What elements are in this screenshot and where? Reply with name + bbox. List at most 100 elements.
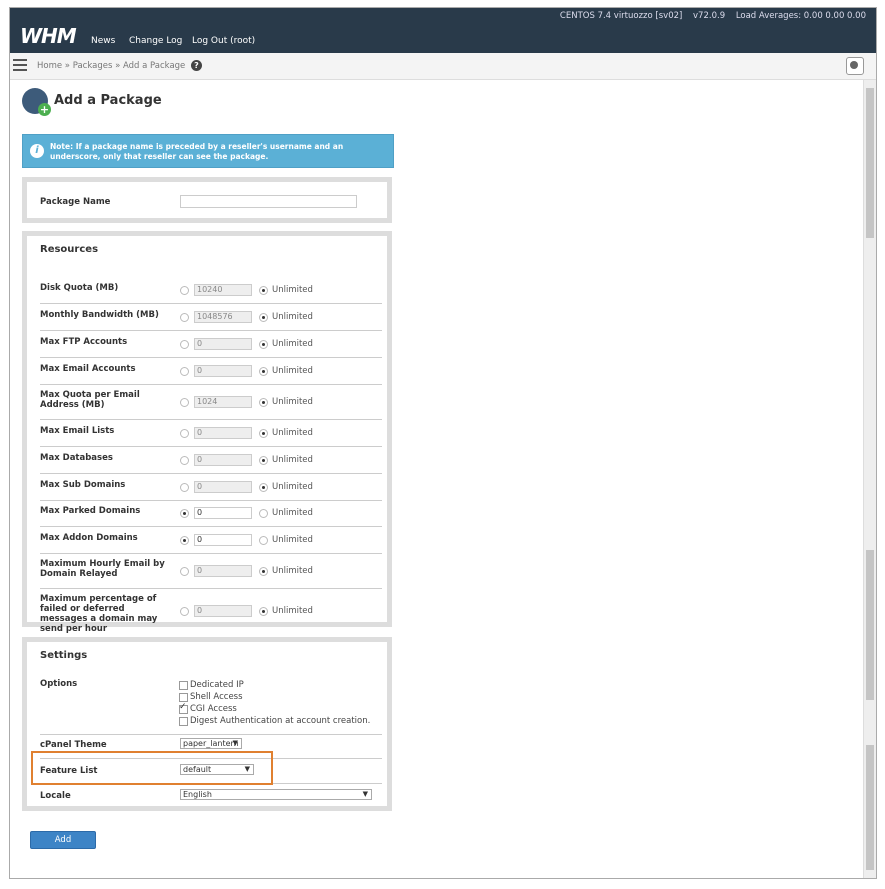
cpanel-theme-label: cPanel Theme xyxy=(40,740,107,750)
locale-label: Locale xyxy=(40,791,71,801)
value-radio[interactable] xyxy=(180,508,189,518)
cpanel-theme-select[interactable]: paper_lantern ▼ xyxy=(180,738,242,749)
value-radio[interactable] xyxy=(180,606,189,616)
package-name-panel: Package Name xyxy=(22,177,392,223)
breadcrumb: Home » Packages » Add a Package ? xyxy=(37,60,202,71)
resource-value-input[interactable]: 0 xyxy=(194,364,252,377)
unlimited-radio[interactable] xyxy=(259,566,268,576)
nav-change-log[interactable]: Change Log xyxy=(129,36,182,46)
resource-label: Max Email Accounts xyxy=(40,363,136,374)
locale-select[interactable]: English ▼ xyxy=(180,789,372,800)
resource-label: Disk Quota (MB) xyxy=(40,282,119,293)
row-divider xyxy=(40,526,382,527)
unlimited-radio[interactable] xyxy=(259,397,268,407)
resource-value-input[interactable]: 1024 xyxy=(194,395,252,408)
unlimited-radio[interactable] xyxy=(259,339,268,349)
resource-label: Max FTP Accounts xyxy=(40,336,128,347)
scrollbar-thumb-lower[interactable] xyxy=(866,550,874,700)
cgi-access-checkbox[interactable] xyxy=(179,702,188,714)
value-radio[interactable] xyxy=(180,482,189,492)
row-divider xyxy=(40,473,382,474)
scrollbar[interactable] xyxy=(863,80,876,878)
load-averages: Load Averages: 0.00 0.00 0.00 xyxy=(735,11,866,21)
page-title: Add a Package xyxy=(54,93,162,108)
resource-value-input[interactable]: 0 xyxy=(194,426,252,439)
unlimited-label: Unlimited xyxy=(272,284,313,295)
resource-value-input[interactable]: 0 xyxy=(194,533,252,546)
value-radio[interactable] xyxy=(180,312,189,322)
unlimited-label: Unlimited xyxy=(272,365,313,376)
resource-label: Maximum percentage of failed or deferred… xyxy=(40,593,158,634)
unlimited-label: Unlimited xyxy=(272,534,313,545)
resources-heading: Resources xyxy=(40,244,99,255)
info-note-text: Note: If a package name is preceded by a… xyxy=(50,142,344,161)
resource-label: Max Parked Domains xyxy=(40,505,141,516)
unlimited-radio[interactable] xyxy=(259,455,268,465)
settings-heading: Settings xyxy=(40,650,88,661)
unlimited-label: Unlimited xyxy=(272,605,313,616)
close-icon[interactable] xyxy=(846,57,864,75)
resource-label: Monthly Bandwidth (MB) xyxy=(40,309,159,320)
resource-value-input[interactable]: 0 xyxy=(194,453,252,466)
value-radio[interactable] xyxy=(180,428,189,438)
version-info: v72.0.9 xyxy=(693,11,726,21)
nav-news[interactable]: News xyxy=(91,36,115,46)
value-radio[interactable] xyxy=(180,285,189,295)
resource-value-input[interactable]: 1048576 xyxy=(194,310,252,323)
resource-label: Max Addon Domains xyxy=(40,532,138,543)
digest-auth-label: Digest Authentication at account creatio… xyxy=(190,716,371,726)
unlimited-radio[interactable] xyxy=(259,428,268,438)
resource-value-input[interactable]: 0 xyxy=(194,480,252,493)
divider xyxy=(40,734,382,735)
resource-value-input[interactable]: 0 xyxy=(194,337,252,350)
top-bar: WHM News Change Log Log Out (root) CENTO… xyxy=(10,8,876,53)
row-divider xyxy=(40,303,382,304)
breadcrumb-text[interactable]: Home » Packages » Add a Package xyxy=(37,61,185,71)
menu-toggle-icon[interactable] xyxy=(13,59,27,71)
value-radio[interactable] xyxy=(180,339,189,349)
unlimited-radio[interactable] xyxy=(259,366,268,376)
row-divider xyxy=(40,446,382,447)
row-divider xyxy=(40,419,382,420)
digest-auth-checkbox[interactable] xyxy=(179,717,188,726)
help-icon[interactable]: ? xyxy=(190,60,202,71)
dedicated-ip-checkbox[interactable] xyxy=(179,681,188,690)
resource-label: Max Email Lists xyxy=(40,425,115,436)
add-button[interactable]: Add xyxy=(30,831,96,849)
resource-value-input[interactable]: 10240 xyxy=(194,283,252,296)
scrollbar-thumb-bottom[interactable] xyxy=(866,745,874,870)
os-info: CENTOS 7.4 virtuozzo [sv02] xyxy=(559,11,683,21)
unlimited-radio[interactable] xyxy=(259,508,268,518)
resources-panel: Resources Disk Quota (MB) 10240 Unlimited M… xyxy=(22,231,392,634)
unlimited-label: Unlimited xyxy=(272,427,313,438)
whm-window: WHM News Change Log Log Out (root) CENTO… xyxy=(9,7,877,879)
whm-logo[interactable]: WHM xyxy=(20,24,77,48)
info-icon: i xyxy=(30,144,44,158)
row-divider xyxy=(40,500,382,501)
scrollbar-thumb[interactable] xyxy=(866,88,874,238)
shell-access-label: Shell Access xyxy=(190,692,243,702)
unlimited-radio[interactable] xyxy=(259,606,268,616)
nav-logout[interactable]: Log Out (root) xyxy=(192,36,255,46)
unlimited-radio[interactable] xyxy=(259,535,268,545)
value-radio[interactable] xyxy=(180,535,189,545)
value-radio[interactable] xyxy=(180,397,189,407)
resource-value-input[interactable]: 0 xyxy=(194,564,252,577)
row-divider xyxy=(40,553,382,554)
system-info: CENTOS 7.4 virtuozzo [sv02] v72.0.9 Load… xyxy=(552,11,866,21)
unlimited-label: Unlimited xyxy=(272,454,313,465)
unlimited-radio[interactable] xyxy=(259,312,268,322)
row-divider xyxy=(40,330,382,331)
unlimited-label: Unlimited xyxy=(272,396,313,407)
resource-value-input[interactable]: 0 xyxy=(194,506,252,519)
resource-value-input[interactable]: 0 xyxy=(194,604,252,617)
package-name-label: Package Name xyxy=(40,197,111,207)
shell-access-checkbox[interactable] xyxy=(179,693,188,702)
value-radio[interactable] xyxy=(180,455,189,465)
unlimited-radio[interactable] xyxy=(259,285,268,295)
unlimited-radio[interactable] xyxy=(259,482,268,492)
value-radio[interactable] xyxy=(180,366,189,376)
value-radio[interactable] xyxy=(180,566,189,576)
package-name-input[interactable] xyxy=(180,195,357,208)
row-divider xyxy=(40,384,382,385)
